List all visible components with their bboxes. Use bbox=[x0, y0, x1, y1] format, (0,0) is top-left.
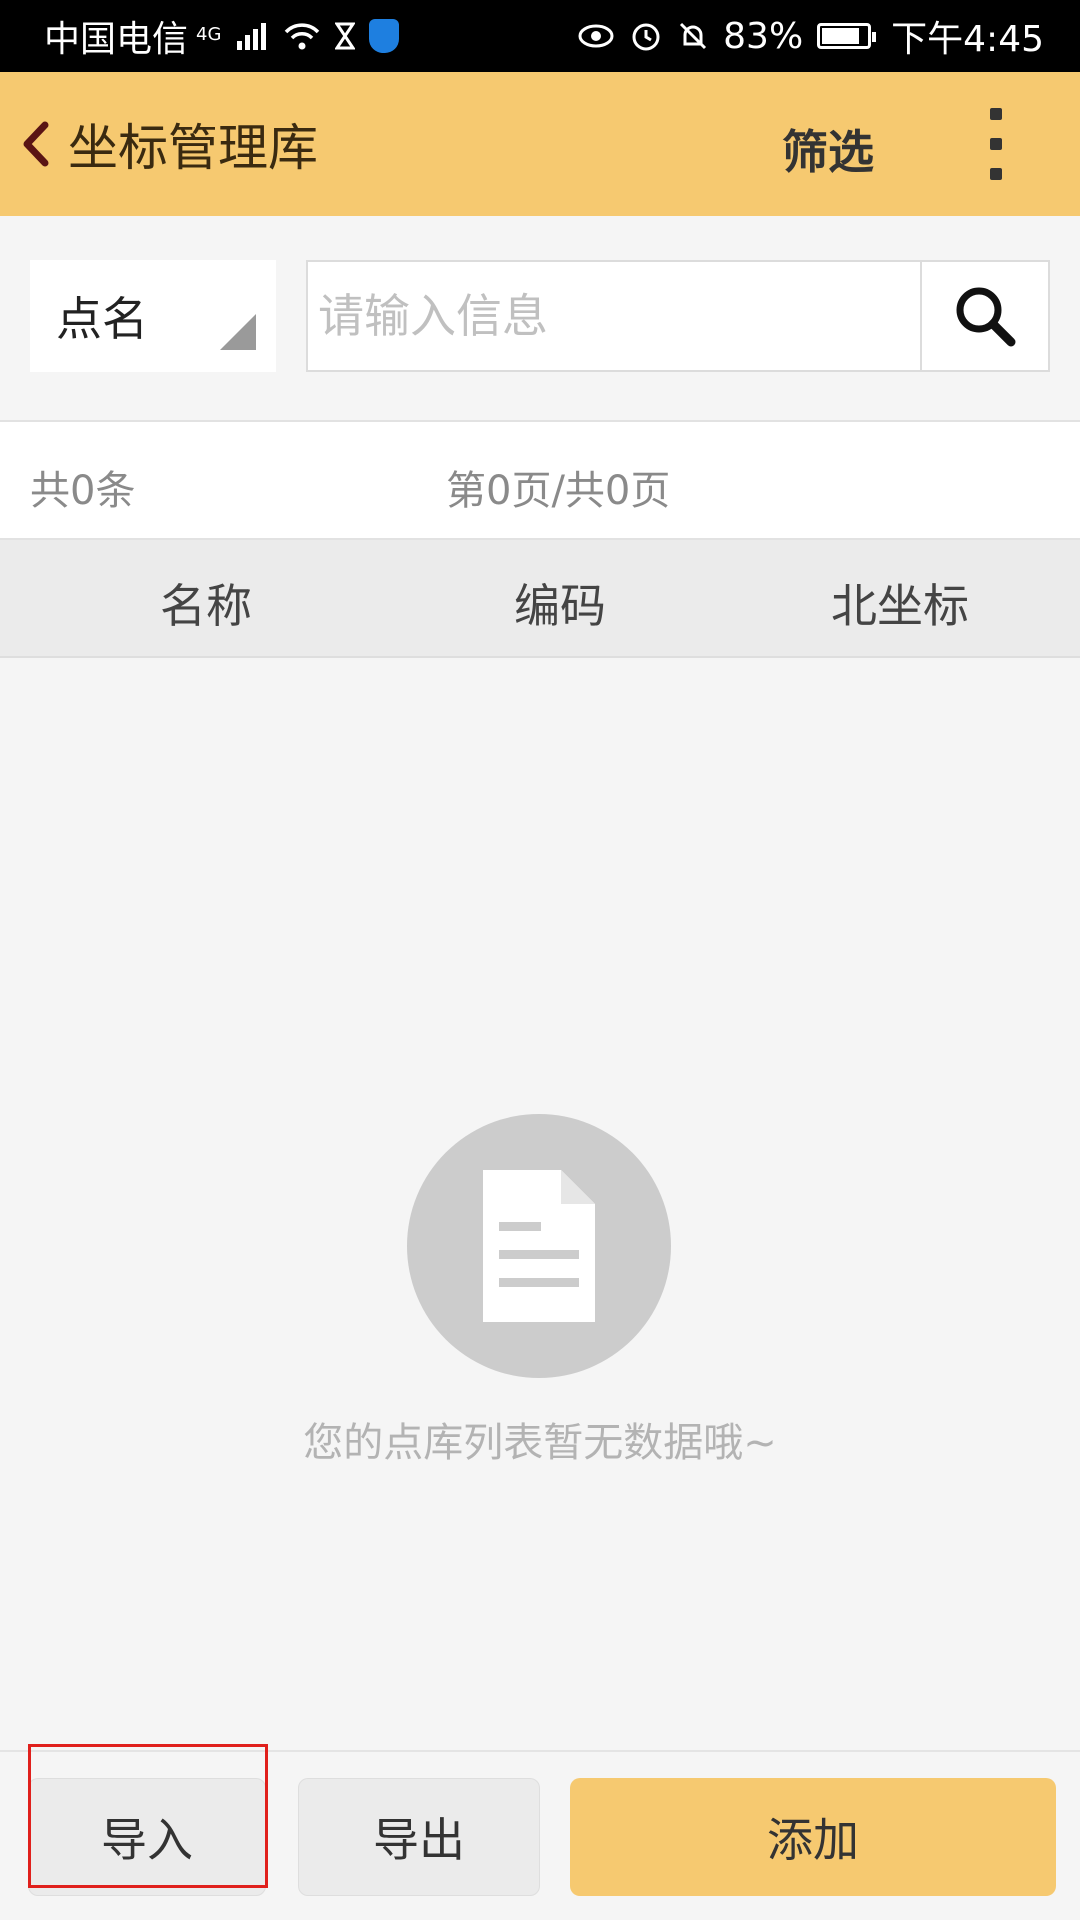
dropdown-triangle-icon bbox=[220, 314, 256, 350]
status-bar-left: 中国电信 4G bbox=[44, 10, 400, 62]
status-bar-right: 83% 下午4:45 bbox=[577, 10, 1044, 62]
network-type: 4G bbox=[196, 24, 222, 45]
pagination-info: 共0条 第0页/共0页 bbox=[0, 420, 1080, 540]
hourglass-icon bbox=[335, 22, 356, 50]
alarm-icon bbox=[629, 19, 663, 53]
battery-icon bbox=[817, 23, 877, 49]
bottom-action-bar: 导入 导出 添加 bbox=[0, 1750, 1080, 1920]
import-button[interactable]: 导入 bbox=[28, 1778, 266, 1896]
search-button[interactable] bbox=[920, 262, 1048, 370]
more-dot-icon bbox=[990, 138, 1002, 150]
record-count: 共0条 bbox=[30, 468, 136, 514]
signal-icon bbox=[235, 21, 269, 51]
back-arrow-icon bbox=[23, 121, 49, 167]
document-icon bbox=[483, 1170, 595, 1322]
add-button[interactable]: 添加 bbox=[570, 1778, 1056, 1896]
more-dot-icon bbox=[990, 168, 1002, 180]
battery-percent: 83% bbox=[723, 15, 804, 57]
column-header-code[interactable]: 编码 bbox=[410, 570, 710, 636]
carrier-name: 中国电信 bbox=[44, 19, 189, 60]
search-input[interactable] bbox=[308, 262, 920, 370]
page-indicator: 第0页/共0页 bbox=[446, 468, 671, 514]
wifi-icon bbox=[283, 21, 321, 51]
column-header-name[interactable]: 名称 bbox=[56, 570, 356, 636]
table-header: 名称 编码 北坐标 bbox=[0, 540, 1080, 658]
list-area: 您的点库列表暂无数据哦~ bbox=[0, 658, 1080, 1750]
more-dot-icon bbox=[990, 108, 1002, 120]
eye-icon bbox=[577, 23, 615, 49]
clock: 下午4:45 bbox=[891, 19, 1044, 60]
page: 中国电信 4G 83% 下午4:45 坐标管理库 筛选 点名 请输入信息 共0条… bbox=[0, 0, 1080, 1920]
search-box bbox=[306, 260, 1050, 372]
status-bar: 中国电信 4G 83% 下午4:45 bbox=[0, 0, 1080, 72]
back-button[interactable] bbox=[4, 72, 68, 216]
field-type-dropdown[interactable]: 点名 bbox=[30, 260, 276, 372]
field-type-value: 点名 bbox=[56, 292, 148, 346]
more-options-button[interactable] bbox=[964, 102, 1028, 186]
app-header: 坐标管理库 筛选 bbox=[0, 72, 1080, 216]
empty-state-message: 您的点库列表暂无数据哦~ bbox=[303, 1420, 777, 1466]
column-header-north-coordinate[interactable]: 北坐标 bbox=[750, 570, 1050, 636]
empty-state-illustration bbox=[407, 1114, 671, 1378]
search-icon bbox=[956, 287, 1016, 347]
search-row: 点名 bbox=[0, 216, 1080, 420]
export-button[interactable]: 导出 bbox=[298, 1778, 540, 1896]
filter-button[interactable]: 筛选 bbox=[782, 116, 874, 182]
battery-fill bbox=[822, 28, 860, 44]
shield-icon bbox=[369, 19, 400, 53]
page-title: 坐标管理库 bbox=[68, 119, 318, 177]
bell-mute-icon bbox=[677, 20, 709, 52]
